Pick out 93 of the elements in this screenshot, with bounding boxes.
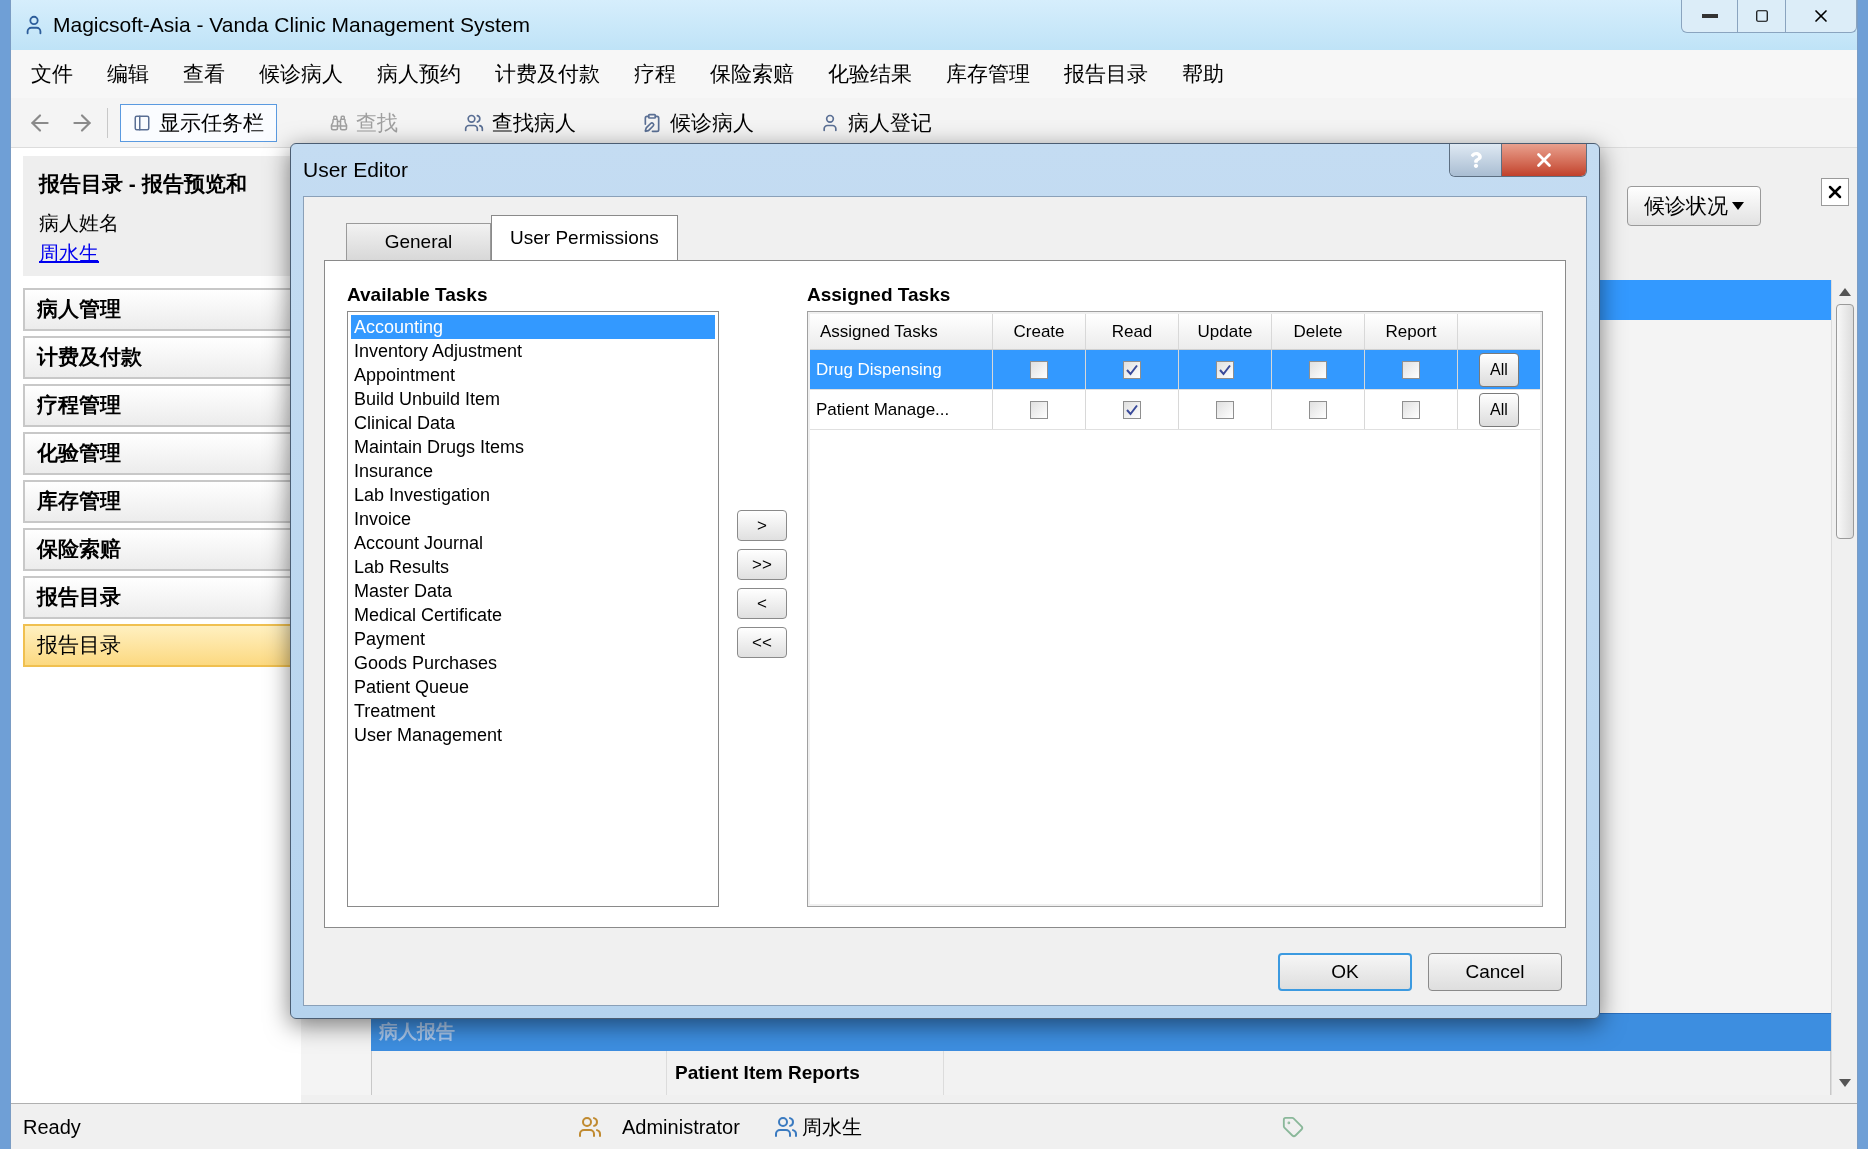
status-patient: 周水生 <box>801 1114 862 1140</box>
dialog-title: User Editor <box>303 157 409 184</box>
patient-label: 病人姓名 <box>39 210 120 236</box>
taskbar-icon <box>133 113 151 132</box>
grid-row[interactable]: Patient Manage... All <box>810 390 1540 430</box>
tab[interactable]: General <box>346 223 491 260</box>
section-title: Available Tasks <box>347 283 489 307</box>
move-button[interactable]: << <box>737 627 787 658</box>
scroll-down-icon[interactable] <box>1838 1079 1851 1087</box>
toolbar-button[interactable]: 显示任务栏 <box>120 103 277 142</box>
menu-item[interactable]: 查看 <box>183 58 225 90</box>
checkbox[interactable] <box>1309 400 1327 419</box>
menu-item[interactable]: 化验结果 <box>828 58 912 90</box>
checkbox[interactable] <box>1030 400 1048 419</box>
toolbar-button[interactable]: 查找病人 <box>451 103 589 142</box>
column-header[interactable]: Report <box>1365 314 1458 349</box>
maximize-icon <box>1754 9 1769 23</box>
all-button[interactable]: All <box>1479 392 1519 427</box>
table-cell: Patient Item Reports <box>667 1051 944 1095</box>
menu-item[interactable]: 候诊病人 <box>259 58 343 90</box>
list-item[interactable]: Account Journal <box>351 531 715 555</box>
sidebar-title: 报告目录 - 报告预览和 <box>39 171 248 197</box>
scroll-up-icon[interactable] <box>1838 288 1851 296</box>
help-button[interactable] <box>1450 144 1502 176</box>
list-item[interactable]: Payment <box>351 627 715 651</box>
move-button[interactable]: > <box>737 510 787 541</box>
checkbox[interactable] <box>1402 360 1420 379</box>
scroll-thumb[interactable] <box>1835 304 1854 539</box>
menu-item[interactable]: 文件 <box>31 58 73 90</box>
list-item[interactable]: Master Data <box>351 579 715 603</box>
status-dropdown[interactable]: 候诊状况 <box>1627 186 1761 226</box>
window-title: Magicsoft-Asia - Vanda Clinic Management System <box>53 12 530 39</box>
users-icon <box>578 1114 602 1139</box>
column-header[interactable]: Create <box>993 314 1086 349</box>
user-icon <box>820 112 840 133</box>
table-cell: Drug Dispensing <box>810 350 993 389</box>
checkbox[interactable] <box>1402 400 1420 419</box>
minimize-icon <box>1701 14 1718 18</box>
users-icon <box>464 112 484 133</box>
list-item[interactable]: User Management <box>351 723 715 747</box>
group-title: 病人报告 <box>379 1020 455 1045</box>
caret-icon <box>1732 202 1744 210</box>
column-header[interactable]: Delete <box>1272 314 1365 349</box>
checkbox[interactable] <box>1216 360 1234 379</box>
checkbox[interactable] <box>1309 360 1327 379</box>
move-button[interactable]: < <box>737 588 787 619</box>
list-item[interactable]: Appointment <box>351 363 715 387</box>
column-header[interactable]: Update <box>1179 314 1272 349</box>
status-user: Administrator <box>622 1114 740 1140</box>
menu-item[interactable]: 库存管理 <box>946 58 1030 90</box>
menu-item[interactable]: 帮助 <box>1182 58 1224 90</box>
section-title: Assigned Tasks <box>807 283 952 307</box>
checkbox[interactable] <box>1123 400 1141 419</box>
list-item[interactable]: Medical Certificate <box>351 603 715 627</box>
toolbar-button[interactable]: 病人登记 <box>807 103 945 142</box>
grid-row[interactable]: Drug Dispensing All <box>810 350 1540 390</box>
list-item[interactable]: Maintain Drugs Items <box>351 435 715 459</box>
list-item[interactable]: Treatment <box>351 699 715 723</box>
move-button[interactable]: >> <box>737 549 787 580</box>
users-icon <box>773 1114 798 1139</box>
menu-item[interactable]: 编辑 <box>107 58 149 90</box>
list-item[interactable]: Lab Investigation <box>351 483 715 507</box>
dialog-button[interactable]: OK <box>1278 953 1412 991</box>
close-button[interactable] <box>1502 144 1586 176</box>
checkbox[interactable] <box>1123 360 1141 379</box>
search-icon <box>330 113 348 132</box>
dialog-button[interactable]: Cancel <box>1428 953 1562 991</box>
clipboard-icon <box>642 112 662 133</box>
menu-item[interactable]: 疗程 <box>634 58 676 90</box>
patient-name-link[interactable]: 周水生 <box>39 237 285 268</box>
column-header[interactable]: Read <box>1086 314 1179 349</box>
menu-item[interactable]: 报告目录 <box>1064 58 1148 90</box>
menu-item[interactable]: 保险索赔 <box>710 58 794 90</box>
checkbox[interactable] <box>1216 400 1234 419</box>
list-item[interactable]: Patient Queue <box>351 675 715 699</box>
list-item[interactable]: Goods Purchases <box>351 651 715 675</box>
column-header[interactable]: Assigned Tasks <box>810 314 993 349</box>
status-text: Ready <box>23 1114 82 1140</box>
menu-item[interactable]: 计费及付款 <box>495 58 600 90</box>
list-item[interactable]: Insurance <box>351 459 715 483</box>
list-item[interactable]: Build Unbuild Item <box>351 387 715 411</box>
all-button[interactable]: All <box>1479 352 1519 387</box>
tab[interactable]: User Permissions <box>491 215 678 260</box>
list-item[interactable]: Invoice <box>351 507 715 531</box>
list-item[interactable]: Clinical Data <box>351 411 715 435</box>
list-item[interactable]: Lab Results <box>351 555 715 579</box>
menu-item[interactable]: 病人预约 <box>377 58 461 90</box>
table-cell: Patient Manage... <box>810 390 993 429</box>
checkbox[interactable] <box>1030 360 1048 379</box>
panel-close-button[interactable] <box>1821 178 1849 206</box>
tag-icon <box>1281 1115 1304 1138</box>
toolbar-button[interactable]: 候诊病人 <box>629 103 767 142</box>
list-item[interactable]: Inventory Adjustment <box>351 339 715 363</box>
